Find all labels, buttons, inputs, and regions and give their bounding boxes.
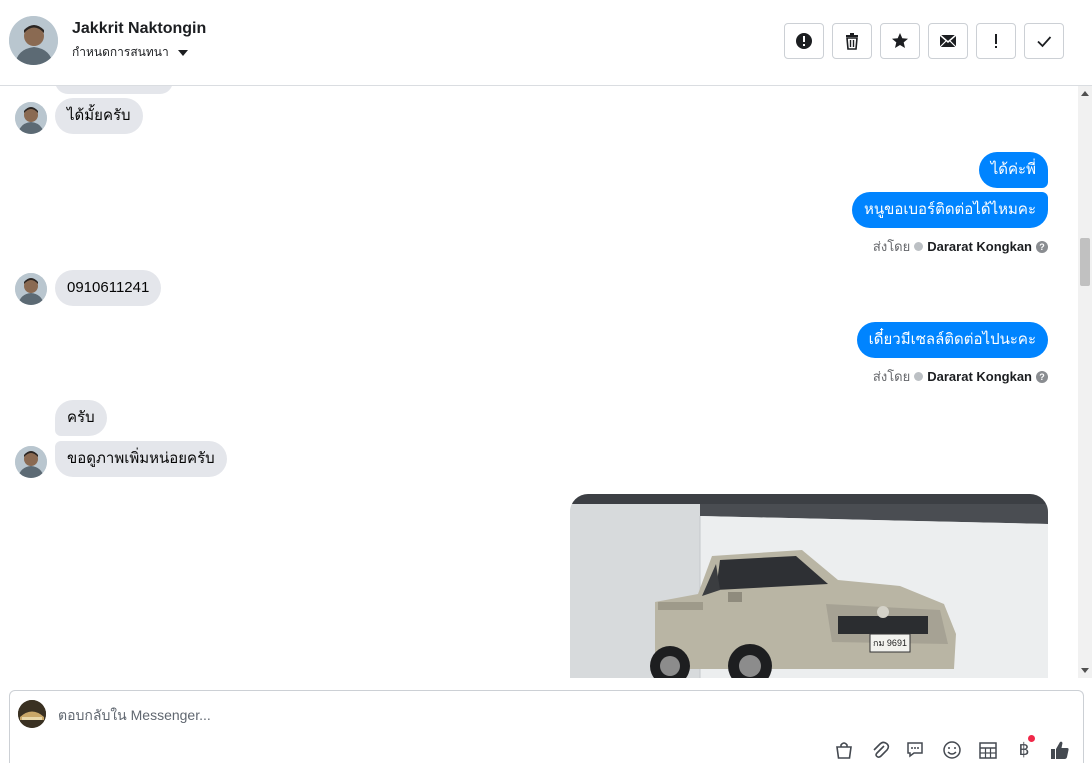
envelope-icon <box>939 34 957 48</box>
smiley-icon <box>943 741 961 759</box>
message-composer: ฿ <box>9 690 1084 763</box>
outgoing-photo[interactable]: กม 9691 <box>570 494 1048 678</box>
star-button[interactable] <box>880 23 920 59</box>
sent-by-prefix: ส่งโดย <box>872 239 911 254</box>
verified-icon <box>914 242 924 251</box>
conversation-schedule-dropdown[interactable]: กำหนดการสนทนา <box>72 43 188 62</box>
attach-file-button[interactable] <box>869 739 891 761</box>
sender-name[interactable]: Dararat Kongkan <box>927 239 1032 254</box>
incoming-message[interactable]: ครับ <box>55 400 107 436</box>
table-icon <box>979 742 997 759</box>
exclamation-icon <box>995 34 997 48</box>
payment-button[interactable]: ฿ <box>1013 735 1035 761</box>
outgoing-message[interactable]: ได้ค่ะพี่ <box>978 152 1048 188</box>
sender-name[interactable]: Dararat Kongkan <box>927 369 1032 384</box>
conversation-header: Jakkrit Naktongin กำหนดการสนทนา <box>0 0 1092 86</box>
scrollbar-thumb[interactable] <box>1080 238 1090 286</box>
baht-icon: ฿ <box>1018 740 1030 760</box>
chevron-down-icon <box>177 49 188 56</box>
like-button[interactable] <box>1049 739 1071 761</box>
sender-avatar <box>15 102 47 134</box>
reply-input[interactable] <box>58 704 658 726</box>
delete-button[interactable] <box>832 23 872 59</box>
help-icon[interactable]: ? <box>1036 370 1048 383</box>
message-bubble-partial <box>55 86 173 94</box>
help-icon[interactable]: ? <box>1036 240 1048 253</box>
sender-avatar <box>15 273 47 305</box>
license-plate-text: กม 9691 <box>873 638 907 648</box>
notification-dot <box>1028 735 1035 742</box>
sent-by-label: ส่งโดย Dararat Kongkan ? <box>873 366 1048 387</box>
contact-name[interactable]: Jakkrit Naktongin <box>72 20 206 38</box>
bag-icon <box>836 742 852 759</box>
chat-bubbles-icon <box>907 742 923 758</box>
outgoing-message[interactable]: หนูขอเบอร์ติดต่อได้ไหมคะ <box>851 192 1048 228</box>
sender-avatar <box>15 446 47 478</box>
mark-unread-button[interactable] <box>928 23 968 59</box>
star-icon <box>892 33 908 48</box>
scroll-down-icon[interactable] <box>1081 668 1089 673</box>
products-button[interactable] <box>833 739 855 761</box>
sent-by-label: ส่งโดย Dararat Kongkan ? <box>873 236 1048 257</box>
conversation-toolbar <box>784 23 1064 59</box>
contact-avatar[interactable] <box>9 16 58 65</box>
trash-icon <box>846 33 858 50</box>
incoming-message[interactable]: ขอดูภาพเพิ่มหน่อยครับ <box>55 441 227 477</box>
incoming-message[interactable]: 0910611241 <box>55 270 162 306</box>
check-icon <box>1037 36 1052 48</box>
incoming-message[interactable]: ได้มั้ยครับ <box>55 98 143 134</box>
appointment-button[interactable] <box>977 739 999 761</box>
outgoing-message[interactable]: เดี๋ยวมีเซลล์ติดต่อไปนะคะ <box>856 322 1048 358</box>
pickup-truck-image: กม 9691 <box>570 494 1048 678</box>
conversation-schedule-label: กำหนดการสนทนา <box>72 45 169 59</box>
alert-circle-icon <box>796 33 812 49</box>
thumbs-up-icon <box>1051 741 1069 759</box>
sent-by-prefix: ส่งโดย <box>872 369 911 384</box>
thread-scrollbar[interactable] <box>1078 86 1092 678</box>
composer-tools: ฿ <box>833 735 1071 761</box>
follow-up-button[interactable] <box>976 23 1016 59</box>
paperclip-icon <box>873 741 890 758</box>
message-thread[interactable]: ได้มั้ยครับ ได้ค่ะพี่ หนูขอเบอร์ติดต่อได… <box>0 86 1078 678</box>
page-avatar <box>18 700 46 728</box>
mark-spam-button[interactable] <box>784 23 824 59</box>
verified-icon <box>914 372 924 381</box>
saved-replies-button[interactable] <box>905 739 927 761</box>
mark-done-button[interactable] <box>1024 23 1064 59</box>
scroll-up-icon[interactable] <box>1081 91 1089 96</box>
emoji-button[interactable] <box>941 739 963 761</box>
